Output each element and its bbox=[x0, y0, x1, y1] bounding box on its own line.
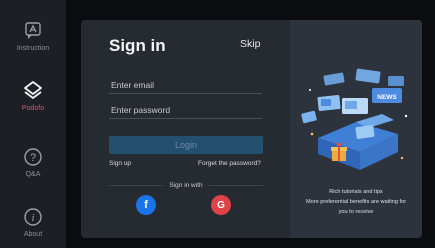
sidebar-item-about[interactable]: i About bbox=[0, 206, 66, 238]
sidebar-item-instruction[interactable]: Instruction bbox=[0, 20, 66, 52]
info-icon: i bbox=[22, 206, 44, 228]
page-title: Sign in bbox=[109, 36, 166, 55]
sign-in-with-label: Sign in with bbox=[169, 181, 203, 189]
skip-button[interactable]: Skip bbox=[240, 38, 260, 50]
signin-dialog: Sign in Skip Login Sign up Forget the pa… bbox=[81, 20, 422, 238]
promo-line-2: More preferential benefits are waiting f… bbox=[305, 199, 407, 205]
sidebar-item-label: Instruction bbox=[16, 45, 50, 52]
divider-line bbox=[208, 184, 263, 186]
signup-link[interactable]: Sign up bbox=[109, 160, 131, 167]
promo-line-1: Rich tutorials and tips bbox=[329, 189, 383, 195]
sidebar: Instruction Podofo ? Q&A i About bbox=[0, 0, 66, 248]
podofo-logo-icon bbox=[22, 80, 44, 102]
social-divider: Sign in with bbox=[109, 180, 263, 190]
sidebar-item-label: Podofo bbox=[21, 105, 45, 112]
sidebar-item-label: Q&A bbox=[25, 171, 41, 178]
forgot-password-link[interactable]: Forget the password? bbox=[198, 160, 261, 167]
google-icon: G bbox=[217, 199, 225, 211]
question-icon: ? bbox=[22, 146, 44, 168]
app-screen: Instruction Podofo ? Q&A i About Sign in… bbox=[0, 0, 435, 248]
sidebar-item-podofo[interactable]: Podofo bbox=[0, 80, 66, 112]
sidebar-item-label: About bbox=[23, 231, 43, 238]
promo-line-3: you to receive bbox=[338, 209, 374, 215]
google-login-button[interactable]: G bbox=[211, 195, 231, 215]
email-field[interactable] bbox=[109, 75, 262, 94]
promo-illustration: NEWS bbox=[301, 68, 408, 170]
promo-panel: NEWS Rich tutorials and tips More prefer… bbox=[290, 20, 422, 238]
facebook-icon: f bbox=[144, 199, 148, 211]
instruction-icon bbox=[22, 20, 44, 42]
divider-line bbox=[109, 184, 164, 186]
svg-text:?: ? bbox=[30, 152, 36, 164]
sidebar-item-qa[interactable]: ? Q&A bbox=[0, 146, 66, 178]
login-button[interactable]: Login bbox=[109, 136, 263, 154]
signin-form: Sign in Skip Login Sign up Forget the pa… bbox=[81, 20, 290, 238]
news-badge: NEWS bbox=[377, 94, 397, 101]
password-field[interactable] bbox=[109, 100, 262, 119]
password-input[interactable] bbox=[109, 101, 262, 119]
facebook-login-button[interactable]: f bbox=[136, 195, 156, 215]
email-input[interactable] bbox=[109, 76, 262, 94]
svg-text:i: i bbox=[31, 212, 34, 224]
